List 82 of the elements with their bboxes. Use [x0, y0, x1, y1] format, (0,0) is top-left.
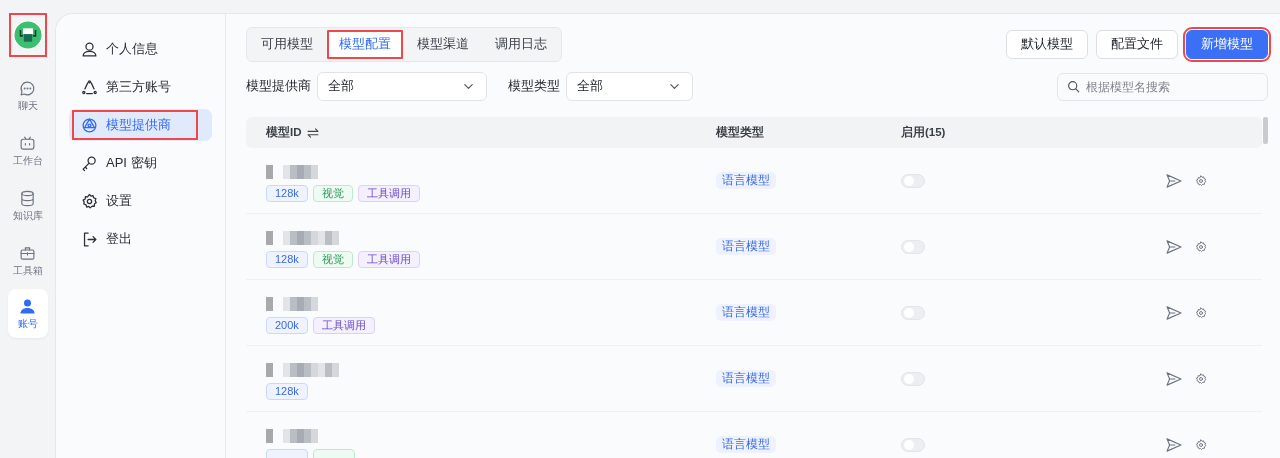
tab[interactable]: 模型渠道	[405, 30, 481, 59]
column-header: 模型ID	[266, 125, 302, 140]
send-icon[interactable]	[1166, 173, 1182, 188]
search-field[interactable]: 根据模型名搜索	[1057, 72, 1268, 101]
tag: 工具调用	[357, 251, 420, 268]
filter-label: 模型提供商	[246, 78, 311, 95]
rail-item[interactable]: 工具箱	[7, 236, 48, 285]
rail-label: 聊天	[17, 99, 38, 112]
redacted-text	[266, 297, 318, 311]
scrollbar[interactable]	[1263, 117, 1268, 144]
tab[interactable]: 可用模型	[249, 30, 325, 59]
send-icon[interactable]	[1166, 305, 1182, 320]
rail-label: 知识库	[12, 209, 43, 222]
rail-item[interactable]: 账号	[7, 289, 48, 338]
toolbox-icon	[19, 244, 36, 262]
tag: 视觉	[312, 185, 353, 202]
sidebar-item[interactable]: 登出	[69, 223, 212, 255]
sidebar-item[interactable]: 设置	[69, 185, 212, 217]
logout-icon	[81, 230, 98, 248]
select-field[interactable]: 全部	[566, 72, 693, 101]
robot-icon	[19, 134, 36, 152]
search-icon	[1067, 80, 1080, 93]
settings-icon[interactable]	[1195, 174, 1207, 187]
tag: 128k	[266, 383, 308, 400]
user-icon	[81, 40, 98, 58]
sidebar-item[interactable]: API 密钥	[69, 147, 212, 179]
filter-label: 模型类型	[508, 78, 560, 95]
key-icon	[81, 154, 98, 172]
settings-icon[interactable]	[1195, 306, 1207, 319]
settings-icon[interactable]	[1195, 240, 1207, 253]
tag: 工具调用	[312, 317, 375, 334]
database-icon	[19, 189, 36, 207]
add-model-button[interactable]: 新增模型	[1186, 30, 1268, 59]
sidebar-item[interactable]: 模型提供商	[69, 109, 212, 141]
chat-icon	[19, 79, 36, 97]
toggle-switch[interactable]	[901, 173, 925, 188]
rail-item[interactable]: 知识库	[7, 181, 48, 230]
toggle-switch[interactable]	[901, 437, 925, 452]
tab[interactable]: 模型配置	[327, 30, 403, 59]
rail-label: 工作台	[12, 154, 43, 167]
settings-icon[interactable]	[1195, 372, 1207, 385]
search-input[interactable]: 根据模型名搜索	[1086, 80, 1256, 93]
tag: 128k	[266, 251, 308, 268]
network-icon	[81, 116, 98, 134]
type-tag: 语言模型	[716, 436, 776, 453]
toggle-switch[interactable]	[901, 305, 925, 320]
column-header: 模型类型	[716, 125, 764, 140]
toolbar-button[interactable]: 配置文件	[1096, 30, 1178, 59]
tag: 视觉	[312, 251, 353, 268]
redacted-text	[266, 165, 318, 179]
rail-item[interactable]: 工作台	[7, 126, 48, 175]
type-tag: 语言模型	[716, 238, 776, 255]
send-icon[interactable]	[1166, 437, 1182, 452]
toggle-switch[interactable]	[901, 371, 925, 386]
send-icon[interactable]	[1166, 371, 1182, 386]
tab[interactable]: 调用日志	[483, 30, 559, 59]
highlight-box: 模型提供商	[72, 110, 198, 140]
settings-icon	[81, 192, 98, 210]
type-tag: 语言模型	[716, 370, 776, 387]
type-tag: 语言模型	[716, 304, 776, 321]
toggle-switch[interactable]	[901, 239, 925, 254]
send-icon[interactable]	[1166, 239, 1182, 254]
toolbar-button[interactable]: 默认模型	[1006, 30, 1088, 59]
tag: 工具调用	[357, 185, 420, 202]
rail-label: 工具箱	[12, 264, 43, 277]
chevron-icon	[669, 81, 680, 92]
chevron-icon	[463, 81, 474, 92]
redacted-text	[266, 429, 318, 443]
app-logo[interactable]	[12, 20, 43, 50]
select-field[interactable]: 全部	[317, 72, 487, 101]
tag: 128k	[266, 185, 308, 202]
sort-icon[interactable]	[306, 127, 319, 138]
settings-icon[interactable]	[1195, 438, 1207, 451]
column-header: 启用(15)	[901, 125, 946, 140]
sidebar-item[interactable]: 第三方账号	[69, 71, 212, 103]
rail-label: 账号	[17, 317, 38, 330]
person-icon	[19, 297, 36, 315]
nodes-icon	[81, 78, 98, 96]
sidebar-item[interactable]: 个人信息	[69, 33, 212, 65]
type-tag: 语言模型	[716, 172, 776, 189]
rail-item[interactable]: 聊天	[7, 71, 48, 120]
tag: 200k	[266, 317, 308, 334]
